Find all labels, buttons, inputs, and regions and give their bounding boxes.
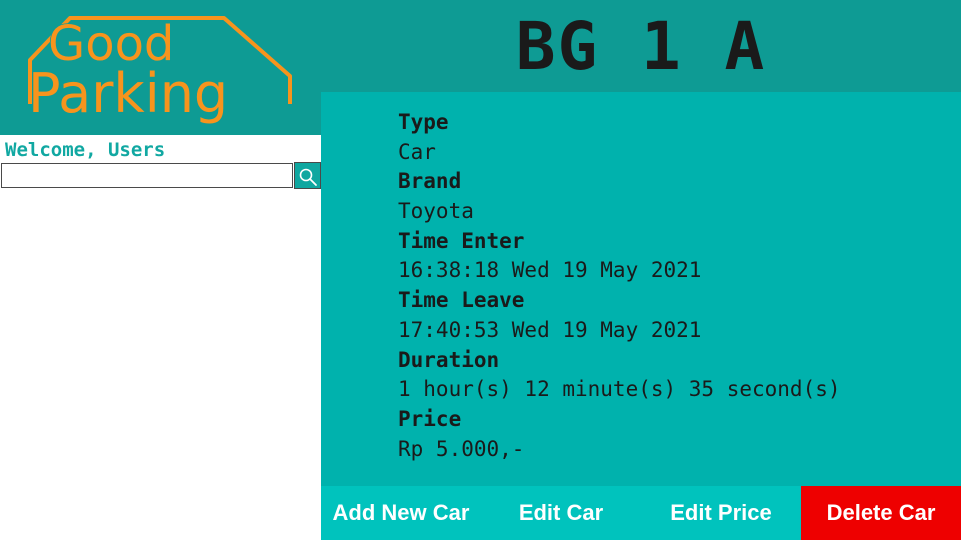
edit-car-button[interactable]: Edit Car — [481, 486, 641, 540]
car-details: Type Car Brand Toyota Time Enter 16:38:1… — [398, 108, 841, 464]
delete-car-button[interactable]: Delete Car — [801, 486, 961, 540]
detail-value-duration: 1 hour(s) 12 minute(s) 35 second(s) — [398, 377, 841, 402]
detail-value-brand: Toyota — [398, 199, 474, 224]
detail-label-duration: Duration — [398, 347, 500, 372]
search-input[interactable] — [1, 163, 293, 188]
car-detail-panel: Type Car Brand Toyota Time Enter 16:38:1… — [321, 92, 961, 486]
detail-value-time-enter: 16:38:18 Wed 19 May 2021 — [398, 258, 702, 283]
search-button[interactable] — [294, 162, 321, 189]
detail-label-price: Price — [398, 406, 462, 431]
detail-label-brand: Brand — [398, 169, 462, 194]
good-parking-logo: Good Parking — [27, 15, 292, 126]
detail-value-type: Car — [398, 139, 436, 164]
logo-line2: Parking — [28, 62, 228, 125]
search-icon — [299, 168, 317, 186]
detail-value-time-leave: 17:40:53 Wed 19 May 2021 — [398, 317, 702, 342]
action-bar: Add New Car Edit Car Edit Price Delete C… — [321, 486, 961, 540]
detail-label-time-enter: Time Enter — [398, 228, 525, 253]
welcome-text: Welcome, Users — [5, 139, 166, 161]
detail-label-time-leave: Time Leave — [398, 288, 525, 313]
edit-price-button[interactable]: Edit Price — [641, 486, 801, 540]
plate-number: BG 1 A — [515, 7, 767, 85]
detail-label-type: Type — [398, 110, 449, 134]
add-new-car-button[interactable]: Add New Car — [321, 486, 481, 540]
detail-value-price: Rp 5.000,- — [398, 436, 525, 461]
parking-app: Good Parking BG 1 A Welcome, Users Type … — [0, 0, 961, 540]
